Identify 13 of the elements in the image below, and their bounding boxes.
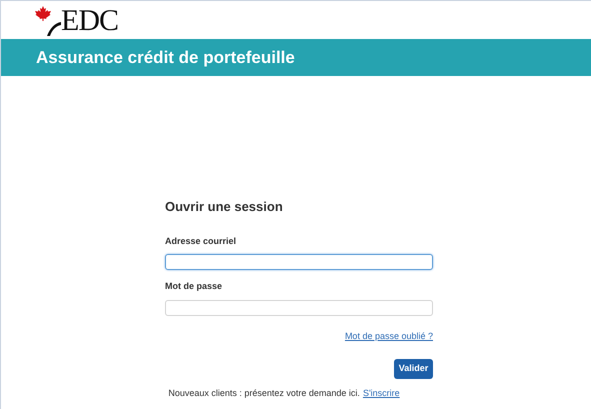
field-label: Adresse courriel <box>165 234 238 248</box>
signup-text: Nouveaux clients : présentez votre demande ici. <box>168 387 360 400</box>
field-label: Mot de passe <box>165 280 224 293</box>
banner-title: Assurance crédit de portefeuille <box>36 46 295 69</box>
form-title: Ouvrir une session <box>165 198 284 216</box>
submit-button[interactable]: Valider <box>394 359 433 379</box>
signup-link[interactable]: S'inscrire <box>362 387 400 400</box>
swoosh-icon <box>47 22 61 36</box>
logo-text: EDC <box>61 6 118 36</box>
input-field[interactable] <box>165 300 433 316</box>
forgot-password-link[interactable]: Mot de passe oublié ? <box>344 330 433 343</box>
input-field[interactable] <box>165 254 433 270</box>
maple-leaf-icon <box>35 6 51 20</box>
